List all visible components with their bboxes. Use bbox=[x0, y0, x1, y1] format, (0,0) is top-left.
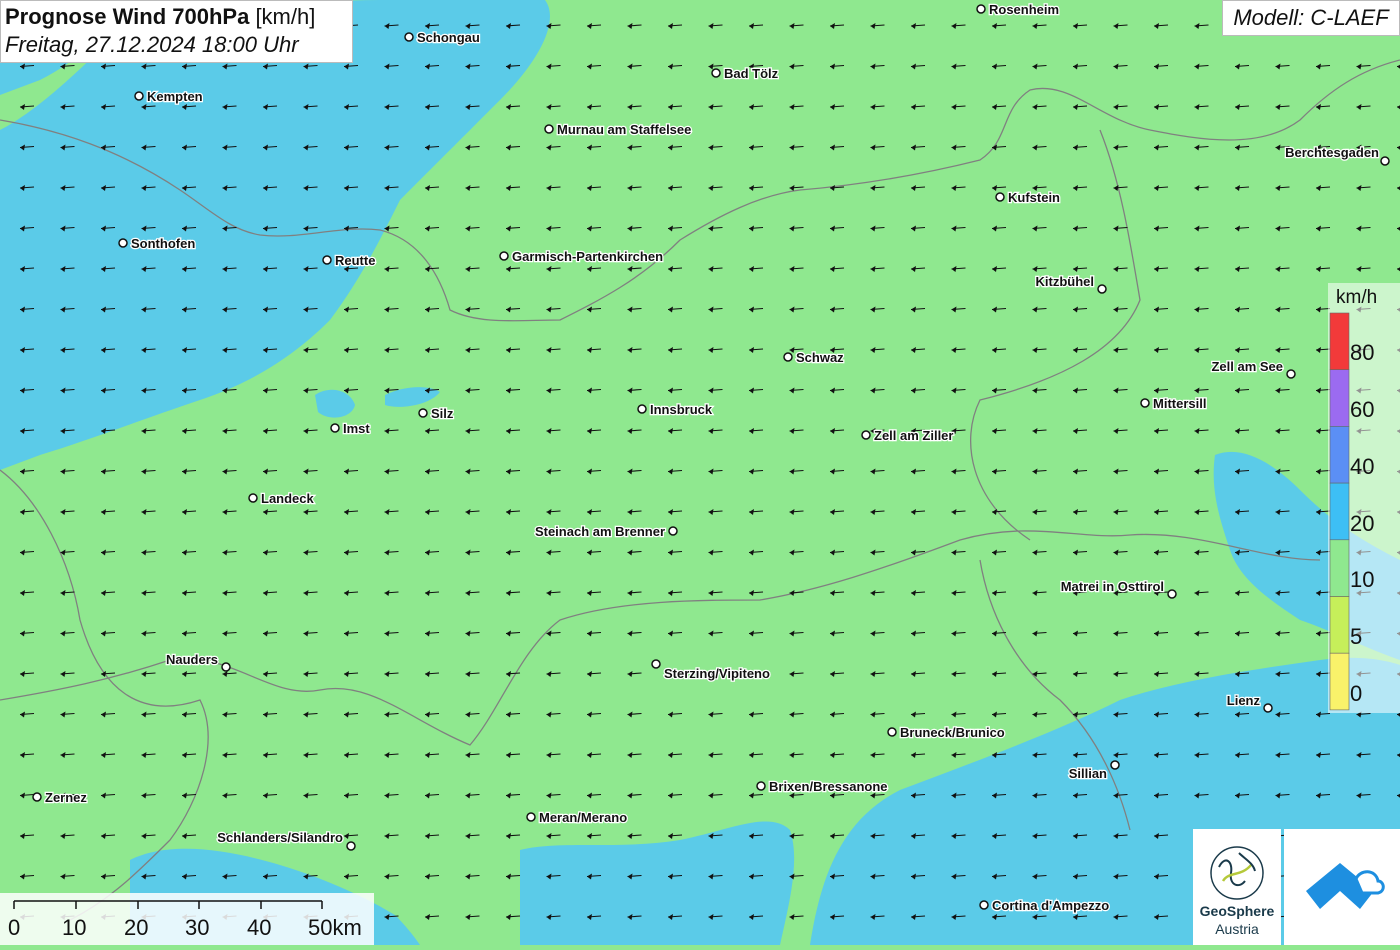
svg-text:Zell am Ziller: Zell am Ziller bbox=[874, 428, 953, 443]
svg-text:Rosenheim: Rosenheim bbox=[989, 2, 1059, 17]
svg-text:Lienz: Lienz bbox=[1227, 693, 1261, 708]
geosphere-logo[interactable]: GeoSphere Austria bbox=[1193, 829, 1281, 945]
svg-text:Reutte: Reutte bbox=[335, 253, 375, 268]
map-title-bold: Prognose Wind 700hPa bbox=[5, 4, 250, 29]
scale-label: 40 bbox=[247, 915, 271, 940]
city-zell-am-ziller[interactable]: Zell am Ziller bbox=[861, 427, 955, 444]
svg-text:Schlanders/Silandro: Schlanders/Silandro bbox=[217, 830, 343, 845]
scale-label: 50km bbox=[308, 915, 362, 940]
forecast-datetime: Freitag, 27.12.2024 18:00 Uhr bbox=[5, 32, 299, 57]
legend-color-bar bbox=[1329, 596, 1350, 654]
legend-scale: 80 60 40 20 10 5 0 bbox=[1329, 312, 1374, 711]
city-schongau[interactable]: Schongau bbox=[404, 29, 481, 46]
city-sonthofen[interactable]: Sonthofen bbox=[118, 235, 197, 252]
scale-label: 20 bbox=[124, 915, 148, 940]
scale-bar-graphic: 0 10 20 30 40 50km bbox=[8, 900, 362, 940]
map-title-box: Prognose Wind 700hPa [km/h] Freitag, 27.… bbox=[0, 0, 353, 63]
city-bruneck[interactable]: Bruneck/Brunico bbox=[887, 724, 1006, 741]
svg-text:Zernez: Zernez bbox=[45, 790, 87, 805]
svg-text:Steinach am Brenner: Steinach am Brenner bbox=[535, 524, 665, 539]
legend-color-bar bbox=[1329, 312, 1350, 371]
svg-text:Garmisch-Partenkirchen: Garmisch-Partenkirchen bbox=[512, 249, 663, 264]
legend-label: 0 bbox=[1350, 681, 1362, 706]
geosphere-country: Austria bbox=[1215, 921, 1259, 937]
svg-text:Silz: Silz bbox=[431, 406, 454, 421]
svg-text:Bad Tölz: Bad Tölz bbox=[724, 66, 779, 81]
legend-color-bar bbox=[1329, 426, 1350, 484]
legend-color-bar bbox=[1329, 652, 1350, 711]
svg-text:Landeck: Landeck bbox=[261, 491, 315, 506]
svg-text:Bruneck/Brunico: Bruneck/Brunico bbox=[900, 725, 1005, 740]
legend-label: 80 bbox=[1350, 340, 1374, 365]
model-label: Modell: C-LAEF bbox=[1222, 0, 1400, 36]
legend-label: 5 bbox=[1350, 624, 1362, 649]
scale-label: 10 bbox=[62, 915, 86, 940]
legend-label: 40 bbox=[1350, 454, 1374, 479]
svg-text:Brixen/Bressanone: Brixen/Bressanone bbox=[769, 779, 888, 794]
legend-color-bar bbox=[1329, 482, 1350, 541]
svg-text:Mittersill: Mittersill bbox=[1153, 396, 1206, 411]
city-innsbruck[interactable]: Innsbruck bbox=[637, 401, 714, 418]
city-murnau[interactable]: Murnau am Staffelsee bbox=[544, 121, 693, 138]
svg-text:Schwaz: Schwaz bbox=[796, 350, 844, 365]
geosphere-emblem-icon bbox=[1210, 846, 1264, 900]
scale-label: 30 bbox=[185, 915, 209, 940]
svg-text:Schongau: Schongau bbox=[417, 30, 480, 45]
city-brixen[interactable]: Brixen/Bressanone bbox=[756, 778, 889, 795]
svg-text:Sillian: Sillian bbox=[1069, 766, 1107, 781]
svg-text:Meran/Merano: Meran/Merano bbox=[539, 810, 627, 825]
city-steinach[interactable]: Steinach am Brenner bbox=[534, 523, 678, 540]
wind-map[interactable]: Rosenheim Schongau Bad Tölz Kempten Murn… bbox=[0, 0, 1400, 945]
svg-text:Kempten: Kempten bbox=[147, 89, 203, 104]
svg-text:Kufstein: Kufstein bbox=[1008, 190, 1060, 205]
scale-bar: 0 10 20 30 40 50km bbox=[0, 893, 374, 945]
legend-labels: 80 60 40 20 10 5 0 bbox=[1350, 340, 1374, 706]
city-garmisch[interactable]: Garmisch-Partenkirchen bbox=[499, 248, 664, 265]
legend-label: 20 bbox=[1350, 511, 1374, 536]
weather-app-logo[interactable] bbox=[1284, 829, 1400, 945]
svg-text:Innsbruck: Innsbruck bbox=[650, 402, 713, 417]
legend-label: 10 bbox=[1350, 567, 1374, 592]
svg-text:Matrei in Osttirol: Matrei in Osttirol bbox=[1061, 579, 1164, 594]
city-cortina[interactable]: Cortina d'Ampezzo bbox=[979, 897, 1111, 914]
legend-color-bar bbox=[1329, 539, 1350, 597]
city-meran[interactable]: Meran/Merano bbox=[526, 809, 628, 826]
geosphere-name: GeoSphere bbox=[1199, 903, 1275, 919]
legend-color-bars bbox=[1329, 312, 1350, 711]
svg-text:Murnau am Staffelsee: Murnau am Staffelsee bbox=[557, 122, 691, 137]
color-legend: km/h 80 60 40 20 10 5 0 bbox=[1328, 283, 1400, 713]
svg-text:Sonthofen: Sonthofen bbox=[131, 236, 195, 251]
svg-text:Zell am See: Zell am See bbox=[1211, 359, 1283, 374]
scale-label: 0 bbox=[8, 915, 20, 940]
city-rosenheim[interactable]: Rosenheim bbox=[976, 1, 1060, 18]
legend-color-bar bbox=[1329, 369, 1350, 427]
svg-text:Berchtesgaden: Berchtesgaden bbox=[1285, 145, 1379, 160]
svg-text:Nauders: Nauders bbox=[166, 652, 218, 667]
legend-label: 60 bbox=[1350, 397, 1374, 422]
map-title-unit: [km/h] bbox=[255, 4, 316, 29]
map-title: Prognose Wind 700hPa [km/h] bbox=[5, 4, 348, 30]
svg-text:Kitzbühel: Kitzbühel bbox=[1036, 274, 1095, 289]
scale-bar-ticks: 0 10 20 30 40 50km bbox=[8, 901, 362, 940]
cloud-chevron-icon bbox=[1306, 863, 1385, 909]
svg-text:Imst: Imst bbox=[343, 421, 370, 436]
svg-text:Cortina d'Ampezzo: Cortina d'Ampezzo bbox=[992, 898, 1109, 913]
svg-text:Sterzing/Vipiteno: Sterzing/Vipiteno bbox=[664, 666, 770, 681]
